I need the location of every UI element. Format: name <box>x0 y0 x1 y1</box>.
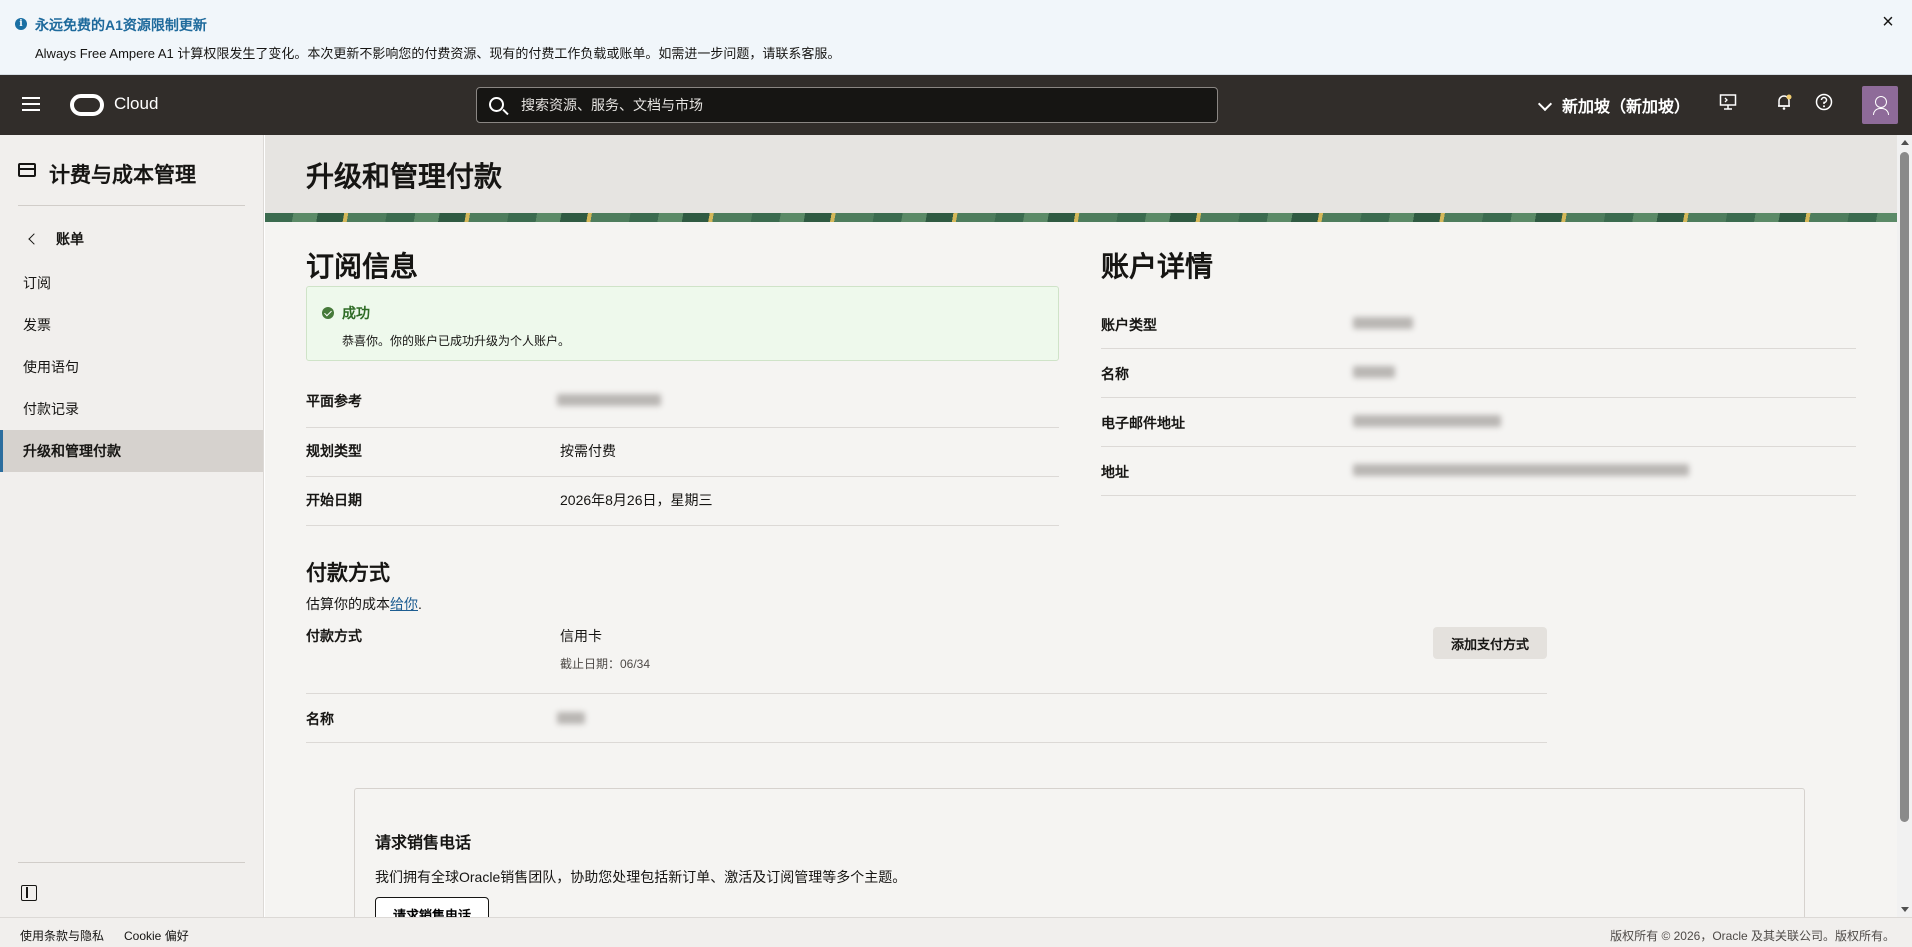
developer-tools-icon[interactable] <box>1716 93 1740 117</box>
row-payment-name: 名称 <box>306 694 1547 743</box>
add-payment-method-button[interactable]: 添加支付方式 <box>1433 627 1547 659</box>
search-bar[interactable] <box>476 87 1218 123</box>
announcement-banner: i 永远免费的A1资源限制更新 Always Free Ampere A1 计算… <box>0 0 1912 75</box>
email-value <box>1353 414 1501 430</box>
main-content: 升级和管理付款 订阅信息 成功 恭喜你。你的账户已成功升级为个人账户。 平面参考… <box>265 135 1897 917</box>
scroll-down-icon[interactable] <box>1901 907 1909 912</box>
row-start-date: 开始日期 2026年8月26日，星期三 <box>306 477 1059 526</box>
payment-method-label: 付款方式 <box>306 628 362 644</box>
sidebar-item-subscriptions[interactable]: 订阅 <box>0 262 263 304</box>
search-input[interactable] <box>521 88 1201 122</box>
back-label: 账单 <box>56 231 84 247</box>
decorative-banner-strip <box>265 213 1897 222</box>
sales-call-card: 请求销售电话 我们拥有全球Oracle销售团队，协助您处理包括新订单、激活及订阅… <box>354 788 1805 917</box>
sidebar-divider <box>18 205 245 206</box>
close-icon[interactable]: × <box>1878 12 1898 32</box>
address-value <box>1353 463 1689 479</box>
sidebar-item-invoices[interactable]: 发票 <box>0 304 263 346</box>
payment-subtext: 估算你的成本给你. <box>306 594 422 614</box>
oracle-logo-icon[interactable] <box>70 94 104 116</box>
plan-reference-value <box>557 393 661 409</box>
row-payment-method: 付款方式 信用卡 截止日期：06/34 <box>306 617 1547 694</box>
plan-reference-label: 平面参考 <box>306 393 362 409</box>
plan-type-value: 按需付费 <box>560 443 616 459</box>
help-icon[interactable] <box>1812 93 1836 117</box>
row-plan-reference: 平面参考 <box>306 378 1059 428</box>
credit-card-icon <box>18 163 36 177</box>
notifications-bell-icon[interactable] <box>1772 93 1796 117</box>
payment-subtext-end: . <box>418 596 422 612</box>
banner-title: 永远免费的A1资源限制更新 <box>35 17 207 33</box>
copyright-text: 版权所有 © 2026，Oracle 及其关联公司。版权所有。 <box>1610 929 1895 943</box>
success-title: 成功 <box>342 305 370 321</box>
plan-type-label: 规划类型 <box>306 443 362 459</box>
brand-label[interactable]: Cloud <box>114 94 158 114</box>
chevron-down-icon <box>1537 96 1553 112</box>
estimate-cost-link[interactable]: 给你 <box>390 596 418 612</box>
region-selector[interactable]: 新加坡（新加坡） <box>1537 93 1691 117</box>
page-title: 升级和管理付款 <box>306 161 503 192</box>
sidebar-title: 计费与成本管理 <box>49 164 196 187</box>
payment-method-heading: 付款方式 <box>306 562 390 585</box>
row-plan-type: 规划类型 按需付费 <box>306 428 1059 477</box>
back-to-billing-link[interactable]: 账单 <box>28 229 84 249</box>
start-date-value: 2026年8月26日，星期三 <box>560 492 713 508</box>
menu-icon[interactable] <box>22 97 40 113</box>
scrollbar-thumb[interactable] <box>1900 152 1909 822</box>
subscription-heading: 订阅信息 <box>306 251 419 282</box>
sidebar-divider <box>18 862 245 863</box>
account-type-value <box>1353 316 1413 332</box>
footer: 使用条款与隐私 Cookie 偏好 版权所有 © 2026，Oracle 及其关… <box>0 917 1912 947</box>
search-icon <box>489 97 504 112</box>
user-avatar-icon[interactable] <box>1862 86 1898 124</box>
row-account-type: 账户类型 <box>1101 300 1856 349</box>
payment-name-value <box>557 711 585 727</box>
payment-subtext-lead: 估算你的成本 <box>306 596 390 612</box>
success-message: 恭喜你。你的账户已成功升级为个人账户。 <box>342 334 571 348</box>
row-address: 地址 <box>1101 447 1856 496</box>
request-sales-call-button[interactable]: 请求销售电话 <box>375 897 489 917</box>
banner-message: Always Free Ampere A1 计算权限发生了变化。本次更新不影响您… <box>35 46 841 61</box>
region-label: 新加坡（新加坡） <box>1562 99 1691 116</box>
start-date-label: 开始日期 <box>306 492 362 508</box>
sidebar-item-usage-statements[interactable]: 使用语句 <box>0 346 263 388</box>
payment-name-label: 名称 <box>306 711 334 727</box>
account-name-value <box>1353 365 1395 381</box>
row-account-name: 名称 <box>1101 349 1856 398</box>
row-email: 电子邮件地址 <box>1101 398 1856 447</box>
account-details-heading: 账户详情 <box>1101 251 1214 282</box>
info-icon: i <box>15 18 27 30</box>
address-label: 地址 <box>1101 464 1129 480</box>
success-alert: 成功 恭喜你。你的账户已成功升级为个人账户。 <box>306 286 1059 361</box>
payment-method-value: 信用卡 <box>560 628 602 644</box>
top-navigation: Cloud 新加坡（新加坡） <box>0 75 1912 135</box>
page-scrollbar[interactable] <box>1897 135 1912 917</box>
cookie-preferences-link[interactable]: Cookie 偏好 <box>124 927 189 944</box>
sidebar: 计费与成本管理 账单 订阅 发票 使用语句 付款记录 升级和管理付款 <box>0 135 264 917</box>
sales-call-title: 请求销售电话 <box>375 835 472 852</box>
scroll-up-icon[interactable] <box>1901 140 1909 145</box>
email-label: 电子邮件地址 <box>1101 415 1185 431</box>
sales-call-message: 我们拥有全球Oracle销售团队，协助您处理包括新订单、激活及订阅管理等多个主题… <box>375 869 907 885</box>
card-expiry: 截止日期：06/34 <box>560 657 651 671</box>
sidebar-item-upgrade-manage-payment[interactable]: 升级和管理付款 <box>0 430 263 472</box>
terms-privacy-link[interactable]: 使用条款与隐私 <box>20 927 104 944</box>
check-circle-icon <box>322 307 334 319</box>
account-type-label: 账户类型 <box>1101 317 1157 333</box>
collapse-sidebar-icon[interactable] <box>21 885 37 901</box>
page-header: 升级和管理付款 <box>265 135 1897 213</box>
chevron-left-icon <box>28 233 40 245</box>
account-name-label: 名称 <box>1101 366 1129 382</box>
sidebar-item-payment-history[interactable]: 付款记录 <box>0 388 263 430</box>
